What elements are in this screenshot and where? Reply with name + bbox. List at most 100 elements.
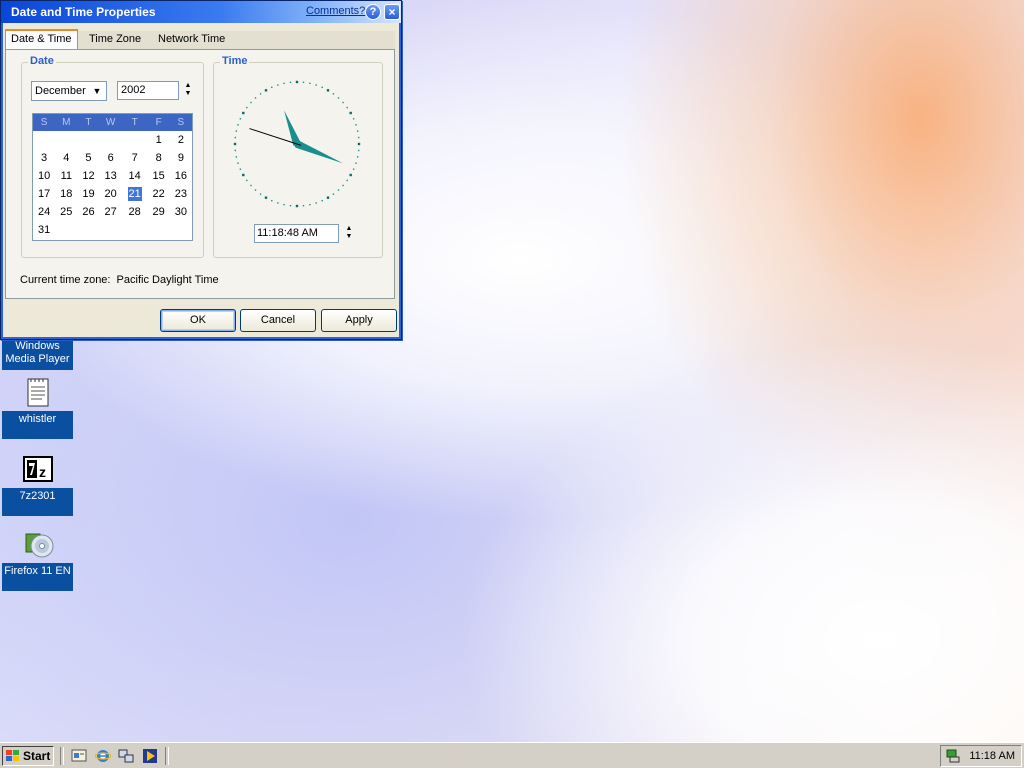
- clock-minute-tick: [337, 97, 340, 99]
- clock-hour-tick: [242, 111, 245, 115]
- internet-explorer-icon[interactable]: [95, 748, 111, 764]
- chevron-down-icon[interactable]: ▼: [89, 83, 105, 99]
- clock-minute-tick: [259, 193, 262, 195]
- clock-minute-hand: [293, 140, 344, 164]
- calendar-day[interactable]: 6: [100, 149, 122, 167]
- calendar-day-selected[interactable]: 21: [122, 185, 148, 203]
- desktop-icon-7z2301[interactable]: z 7z2301: [2, 453, 73, 516]
- tab-network-time[interactable]: Network Time: [153, 31, 230, 48]
- start-label: Start: [23, 749, 51, 763]
- clock-minute-tick: [352, 118, 355, 120]
- calendar-day-number: 12: [82, 170, 95, 182]
- calendar-day[interactable]: 20: [100, 185, 122, 203]
- clock-minute-tick: [321, 86, 323, 89]
- time-value: 11:18:48 AM: [257, 227, 318, 239]
- calendar-day[interactable]: 30: [170, 203, 192, 221]
- calendar-day[interactable]: 3: [33, 149, 55, 167]
- spin-down-icon[interactable]: ▼: [344, 233, 354, 241]
- media-player-icon[interactable]: [142, 748, 158, 764]
- calendar-day[interactable]: 31: [33, 221, 55, 239]
- desktop-icon-whistler[interactable]: whistler: [2, 376, 73, 439]
- start-button[interactable]: Start: [2, 746, 54, 766]
- year-spinner[interactable]: ▲ ▼: [183, 82, 193, 100]
- clock-minute-tick: [356, 156, 359, 158]
- desktop-icon-windows-media-player[interactable]: Windows Media Player: [2, 338, 73, 370]
- ok-button[interactable]: OK: [160, 309, 236, 332]
- calendar-day[interactable]: 11: [55, 167, 77, 185]
- calendar-day[interactable]: 2: [170, 131, 192, 149]
- network-connection-icon[interactable]: [945, 748, 961, 764]
- tab-time-zone[interactable]: Time Zone: [84, 31, 146, 48]
- clock-minute-tick: [277, 202, 279, 204]
- current-time-zone: Current time zone: Pacific Daylight Time: [20, 274, 219, 286]
- clock-hour-tick: [326, 196, 330, 199]
- calendar-day[interactable]: 25: [55, 203, 77, 221]
- calendar-day[interactable]: 4: [55, 149, 77, 167]
- installer-cd-icon: [22, 528, 54, 560]
- cancel-button[interactable]: Cancel: [240, 309, 316, 332]
- calendar-day[interactable]: 8: [148, 149, 170, 167]
- calendar-empty-cell: [55, 131, 77, 149]
- calendar-day-number: 14: [128, 170, 141, 182]
- clock-minute-tick: [239, 118, 242, 120]
- taskbar-clock[interactable]: 11:18 AM: [969, 750, 1015, 762]
- spin-up-icon[interactable]: ▲: [344, 225, 354, 233]
- day-header: M: [55, 114, 78, 131]
- clock-minute-tick: [234, 136, 237, 139]
- clock-minute-tick: [309, 203, 311, 206]
- calendar-day[interactable]: 7: [122, 149, 148, 167]
- clock-minute-tick: [254, 189, 257, 191]
- title-bar[interactable]: Date and Time Properties Comments? ? ×: [1, 1, 401, 23]
- calendar-day[interactable]: 17: [33, 185, 55, 203]
- clock-hour-tick: [264, 196, 268, 199]
- calendar-day[interactable]: 9: [170, 149, 192, 167]
- apply-button[interactable]: Apply: [321, 309, 397, 332]
- desktop-icon-firefox-11-en[interactable]: Firefox 11 EN: [2, 528, 73, 591]
- clock-minute-tick: [332, 193, 335, 195]
- calendar-day[interactable]: 29: [148, 203, 170, 221]
- calendar-day[interactable]: 16: [170, 167, 192, 185]
- calendar-empty-cell: [33, 131, 55, 149]
- clock-hour-tick: [264, 89, 268, 92]
- spin-down-icon[interactable]: ▼: [183, 90, 193, 98]
- network-icon[interactable]: [118, 748, 134, 764]
- calendar-day[interactable]: 19: [77, 185, 99, 203]
- month-value: December: [35, 85, 86, 97]
- day-header: F: [147, 114, 170, 131]
- calendar-day[interactable]: 1: [148, 131, 170, 149]
- calendar-day[interactable]: 24: [33, 203, 55, 221]
- clock-minute-tick: [239, 168, 242, 170]
- year-input[interactable]: 2002: [117, 81, 179, 100]
- calendar-day[interactable]: 23: [170, 185, 192, 203]
- calendar-day[interactable]: 22: [148, 185, 170, 203]
- show-desktop-icon[interactable]: [71, 748, 87, 764]
- calendar-day[interactable]: 12: [77, 167, 99, 185]
- time-input[interactable]: 11:18:48 AM: [254, 224, 339, 243]
- calendar-day-number: 2: [177, 134, 184, 146]
- close-button[interactable]: ×: [384, 4, 400, 20]
- taskbar: Start 11:18 AM: [0, 742, 1024, 768]
- month-dropdown[interactable]: December ▼: [31, 81, 107, 101]
- calendar-day[interactable]: 27: [100, 203, 122, 221]
- desktop-icon-label: Firefox 11 EN: [2, 563, 73, 591]
- help-button[interactable]: ?: [365, 4, 381, 20]
- calendar-day[interactable]: 10: [33, 167, 55, 185]
- calendar-day-number: 26: [82, 206, 95, 218]
- clock-minute-tick: [246, 106, 248, 109]
- tab-date-time[interactable]: Date & Time: [5, 29, 78, 49]
- time-spinner[interactable]: ▲ ▼: [344, 225, 354, 243]
- calendar-day[interactable]: 26: [77, 203, 99, 221]
- comments-link[interactable]: Comments?: [306, 5, 365, 17]
- spin-up-icon[interactable]: ▲: [183, 82, 193, 90]
- clock-minute-tick: [259, 93, 262, 95]
- 7zip-icon: z: [22, 453, 54, 485]
- calendar-day[interactable]: 5: [77, 149, 99, 167]
- calendar-empty-cell: [77, 221, 99, 239]
- clock-minute-tick: [355, 162, 357, 164]
- calendar-day[interactable]: 28: [122, 203, 148, 221]
- calendar-day[interactable]: 14: [122, 167, 148, 185]
- calendar-day[interactable]: 13: [100, 167, 122, 185]
- calendar-day[interactable]: 15: [148, 167, 170, 185]
- calendar-day[interactable]: 18: [55, 185, 77, 203]
- calendar-day-number: 29: [152, 206, 165, 218]
